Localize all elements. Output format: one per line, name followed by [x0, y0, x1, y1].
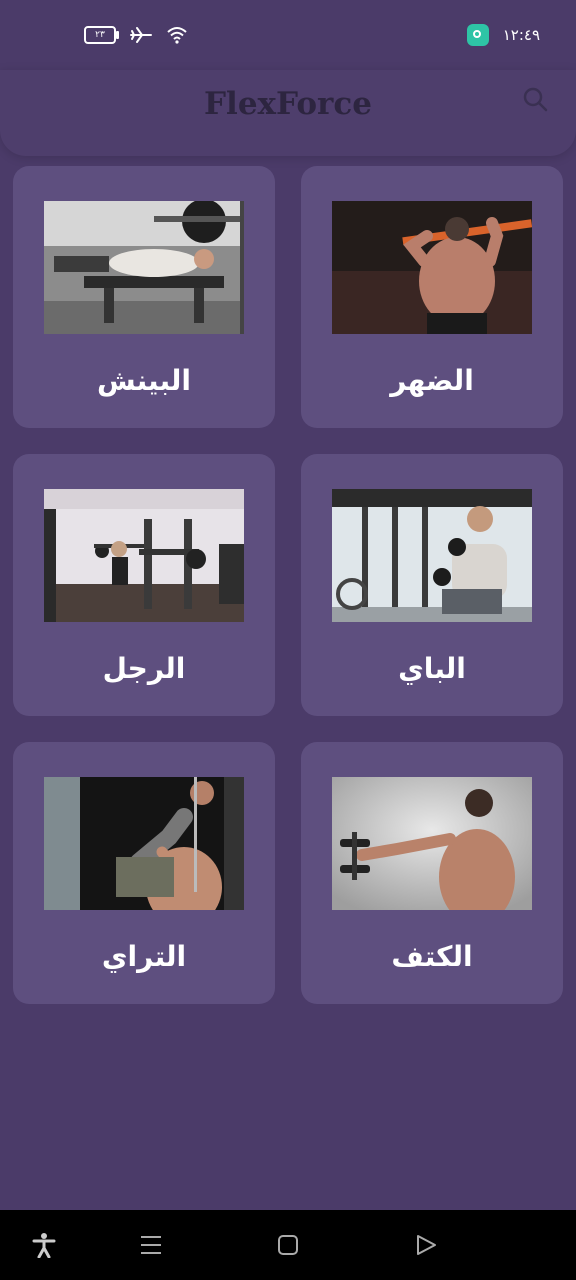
category-label-bench: البينش: [97, 364, 191, 397]
legs-gym-photo: [44, 489, 244, 622]
menu-icon[interactable]: [138, 1232, 164, 1258]
category-card-back[interactable]: الضهر: [301, 166, 563, 428]
status-bar: ٢٣ ١٢:٤٩: [0, 0, 576, 70]
category-card-bench[interactable]: البينش: [13, 166, 275, 428]
back-icon[interactable]: [413, 1232, 439, 1258]
status-left-icons: ٢٣: [84, 26, 188, 44]
system-nav-bar: [0, 1210, 576, 1280]
biceps-curl-photo: [332, 489, 532, 622]
status-time: ١٢:٤٩: [502, 26, 540, 44]
category-label-legs: الرجل: [102, 652, 186, 685]
app-title: FlexForce: [204, 86, 372, 122]
category-card-shoulder[interactable]: الكتف: [301, 742, 563, 1004]
category-label-triceps: التراي: [101, 940, 187, 973]
category-card-biceps[interactable]: الباي: [301, 454, 563, 716]
category-label-shoulder: الكتف: [391, 940, 473, 973]
category-label-biceps: الباي: [398, 652, 466, 685]
triceps-pushdown-photo: [44, 777, 244, 910]
app-notification-icon: [466, 24, 489, 46]
back-workout-photo: [332, 201, 532, 334]
status-right: ١٢:٤٩: [466, 24, 540, 46]
accessibility-icon[interactable]: [31, 1232, 57, 1258]
wifi-icon: [167, 27, 187, 44]
battery-icon: ٢٣: [84, 26, 119, 44]
airplane-icon: [130, 27, 152, 43]
battery-level: ٢٣: [95, 30, 105, 40]
category-label-back: الضهر: [390, 364, 474, 397]
bench-press-photo: [44, 201, 244, 334]
search-icon[interactable]: [522, 86, 548, 112]
app-header: FlexForce: [0, 70, 576, 156]
home-icon[interactable]: [275, 1232, 301, 1258]
shoulder-raise-photo: [332, 777, 532, 910]
category-card-triceps[interactable]: التراي: [13, 742, 275, 1004]
category-card-legs[interactable]: الرجل: [13, 454, 275, 716]
